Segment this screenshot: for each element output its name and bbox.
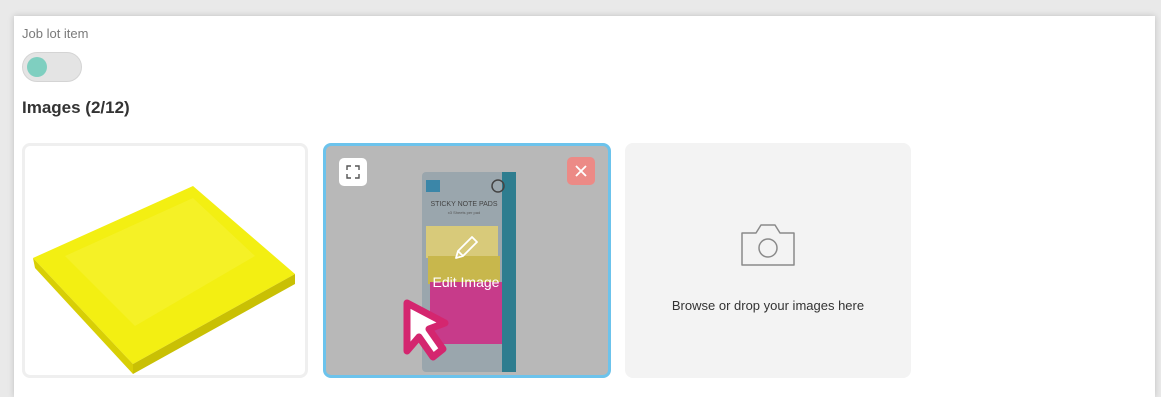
listing-form-panel: Job lot item Images (2/12) STICKY NOTE P… xyxy=(14,16,1155,397)
close-icon xyxy=(575,165,587,177)
yellow-sticky-note-image xyxy=(33,186,295,374)
edit-image-label: Edit Image xyxy=(432,274,500,290)
image-tile-2-selected[interactable]: STICKY NOTE PADS x3 Sheets per pad Edit … xyxy=(323,143,611,378)
package-title: STICKY NOTE PADS xyxy=(430,201,497,208)
expand-icon xyxy=(346,165,360,179)
image-upload-dropzone[interactable]: Browse or drop your images here xyxy=(625,143,911,378)
images-section-title: Images (2/12) xyxy=(22,98,130,117)
job-lot-label: Job lot item xyxy=(22,26,89,41)
toggle-knob xyxy=(27,57,47,77)
package-subtitle: x3 Sheets per pad xyxy=(448,210,480,215)
image-tile-1[interactable] xyxy=(22,143,308,378)
remove-image-button[interactable] xyxy=(567,157,595,185)
camera-icon xyxy=(741,224,795,266)
job-lot-toggle[interactable] xyxy=(22,52,82,82)
pencil-icon xyxy=(455,236,478,259)
expand-image-button[interactable] xyxy=(339,158,367,186)
edit-image-button[interactable]: Edit Image xyxy=(406,228,526,308)
upload-instructions: Browse or drop your images here xyxy=(671,298,865,313)
